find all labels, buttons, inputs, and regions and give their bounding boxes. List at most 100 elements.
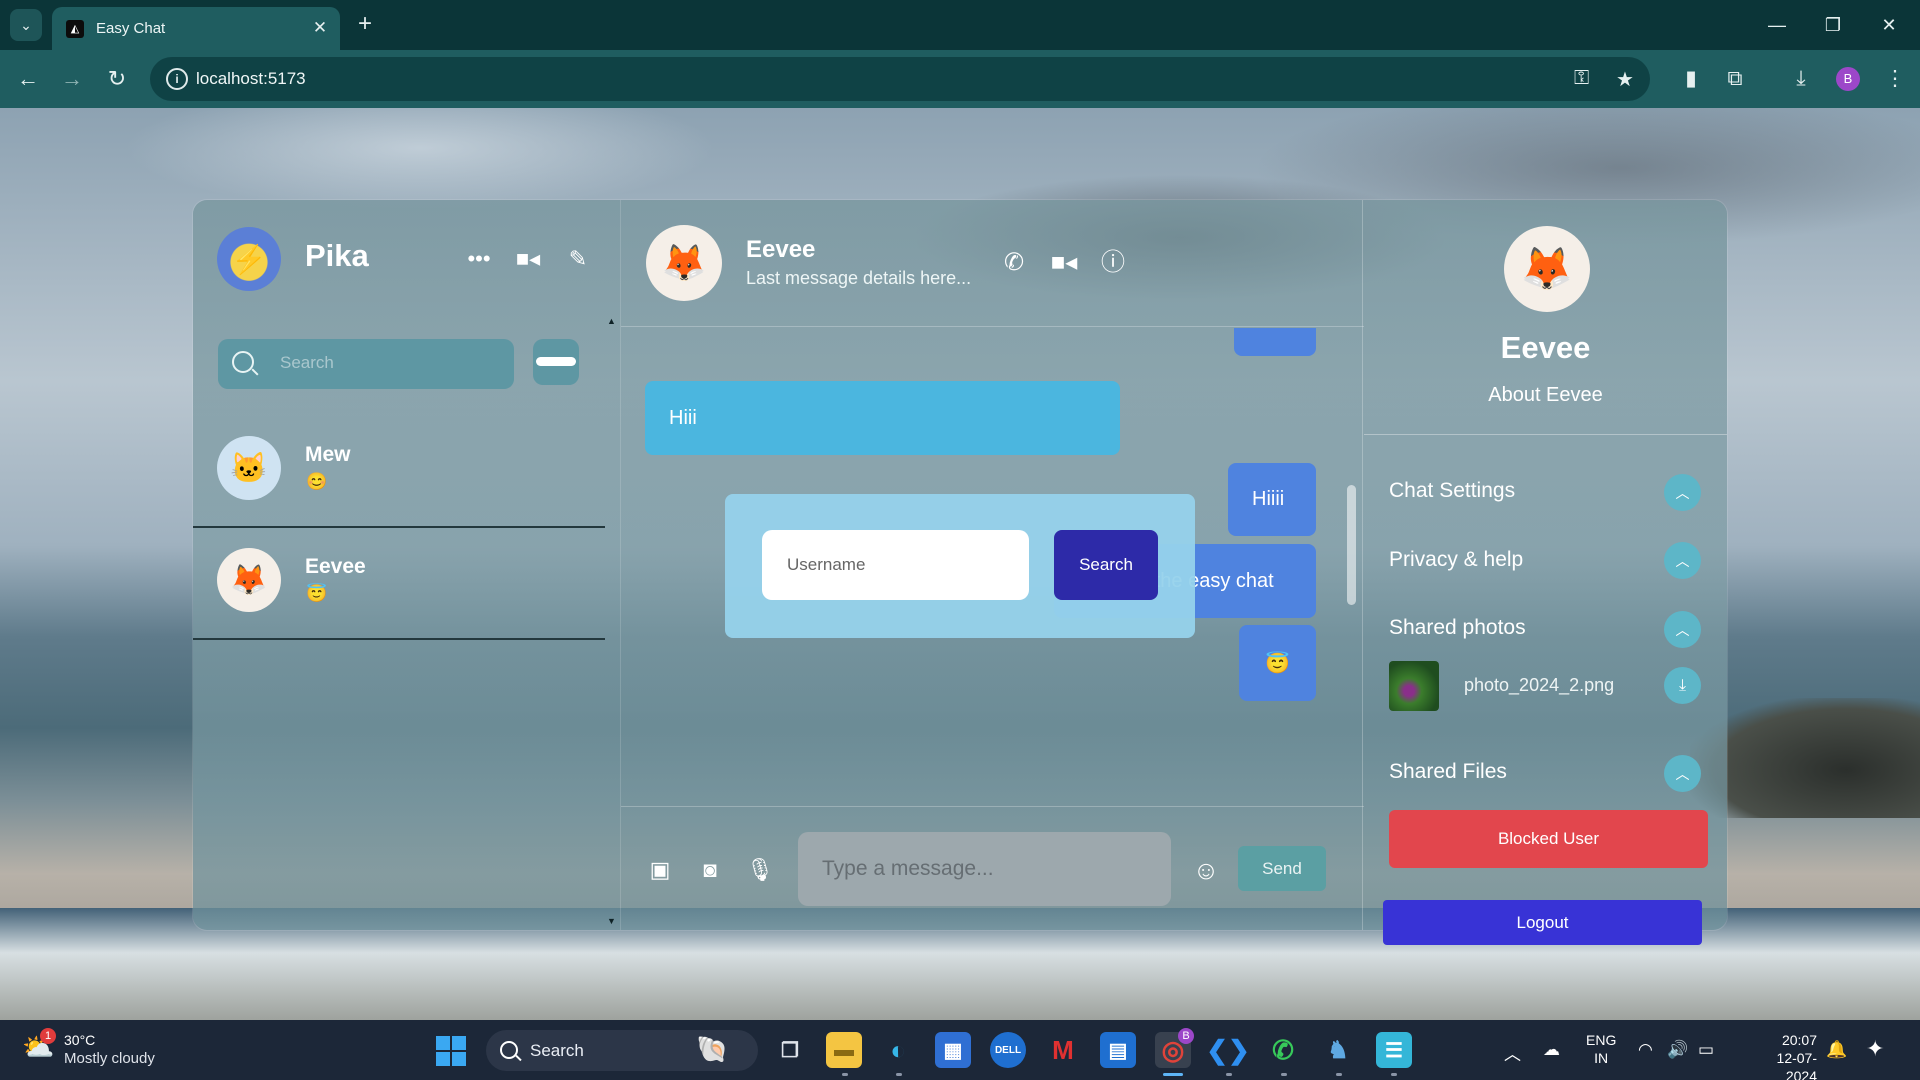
restore-button[interactable]: ❐ [1818, 10, 1848, 40]
region-code: IN [1594, 1050, 1609, 1066]
clock[interactable]: 20:07 12-07-2024 [1757, 1031, 1817, 1080]
chevron-up-icon[interactable]: ︿ [1664, 542, 1701, 579]
contact-item-eevee[interactable]: 🦊 Eevee 😇 [193, 528, 605, 640]
close-window-button[interactable]: ✕ [1874, 10, 1904, 40]
edge-icon[interactable]: ◐ [880, 1032, 916, 1068]
dell-icon[interactable]: DELL [990, 1032, 1026, 1068]
emoji-icon[interactable]: ☺ [1191, 855, 1221, 885]
wifi-icon[interactable]: ◠ [1638, 1040, 1653, 1060]
chat-contact-name: Eevee [746, 236, 816, 263]
contact-search[interactable] [218, 339, 514, 389]
message-input[interactable] [798, 832, 1171, 906]
section-privacy-help[interactable]: Privacy & help [1389, 548, 1523, 572]
video-call-icon[interactable]: ■◂ [1049, 248, 1079, 278]
tab-search-button[interactable]: ⌄ [10, 9, 42, 41]
site-info-icon[interactable]: i [166, 68, 188, 90]
username-input[interactable] [762, 530, 1029, 600]
search-user-button[interactable]: Search [1054, 530, 1158, 600]
new-tab-button[interactable]: + [352, 12, 378, 38]
browser-toolbar: ← → ↻ i localhost:5173 ⚿ ★ ▮ ⧉ ⤓ ⋮ [0, 50, 1920, 108]
chat-header: 🦊 Eevee Last message details here... ✆ ■… [621, 200, 1364, 327]
search-icon [500, 1041, 518, 1059]
postgres-elephant-icon[interactable]: ♞ [1320, 1032, 1356, 1068]
address-bar[interactable]: i localhost:5173 ⚿ ★ [150, 57, 1650, 101]
start-button[interactable] [436, 1036, 466, 1066]
image-icon[interactable]: ▣ [645, 855, 675, 885]
chevron-up-icon[interactable]: ︿ [1664, 611, 1701, 648]
blocked-user-button[interactable]: Blocked User [1389, 810, 1708, 868]
extensions-icon[interactable]: ⧉ [1720, 64, 1750, 94]
file-explorer-icon[interactable]: ▬ [826, 1032, 862, 1068]
edit-icon[interactable]: ✎ [563, 244, 593, 274]
logout-button[interactable]: Logout [1383, 900, 1702, 945]
reading-list-icon[interactable]: ▮ [1676, 64, 1706, 94]
message-composer: ▣ ◙ 🎙 ☺ Send [621, 806, 1364, 930]
send-button[interactable]: Send [1238, 846, 1326, 891]
section-chat-settings[interactable]: Chat Settings [1389, 479, 1515, 503]
reload-button[interactable]: ↻ [102, 64, 132, 94]
contact-name: Mew [305, 443, 351, 466]
chat-avatar[interactable]: 🦊 [646, 225, 722, 301]
browser-tab-bar: ⌄ ◭ Easy Chat ✕ + — ❐ ✕ [0, 0, 1920, 50]
phone-icon[interactable]: ✆ [999, 248, 1029, 278]
tab-easy-chat[interactable]: ◭ Easy Chat ✕ [52, 7, 340, 50]
app-window-icon[interactable]: ▤ [1100, 1032, 1136, 1068]
date: 12-07-2024 [1776, 1050, 1817, 1080]
running-indicator [842, 1073, 848, 1076]
download-icon[interactable]: ⤓ [1664, 667, 1701, 704]
scroll-down-icon[interactable]: ▼ [607, 916, 616, 926]
task-view-icon[interactable]: ❐ [772, 1032, 808, 1068]
download-icon[interactable]: ⤓ [1786, 64, 1816, 94]
notification-bell-icon[interactable]: 🔔 [1826, 1040, 1847, 1060]
vscode-icon[interactable]: ❮❯ [1206, 1032, 1250, 1068]
copilot-icon[interactable]: ✦ [1866, 1036, 1884, 1062]
section-shared-photos[interactable]: Shared photos [1389, 616, 1526, 640]
contact-item-mew[interactable]: 🐱 Mew 😊 [193, 416, 605, 528]
section-shared-files[interactable]: Shared Files [1389, 760, 1507, 784]
detail-panel: 🦊 Eevee About Eevee Chat Settings ︿ Priv… [1364, 200, 1727, 930]
chevron-up-icon[interactable]: ︿ [1664, 755, 1701, 792]
onedrive-cloud-icon[interactable]: ☁ [1543, 1040, 1560, 1060]
info-icon[interactable]: ⓘ [1098, 248, 1128, 278]
contact-last-message: 😊 [306, 472, 328, 491]
search-input[interactable] [280, 353, 500, 373]
contact-name: Eevee [305, 555, 366, 578]
password-key-icon[interactable]: ⚿ [1574, 67, 1589, 90]
taskbar-search[interactable]: Search 🐚 [486, 1030, 758, 1071]
close-tab-icon[interactable]: ✕ [310, 18, 330, 38]
chat-subtitle: Last message details here... [746, 268, 972, 288]
show-hidden-icons[interactable]: ︿ [1504, 1040, 1521, 1065]
video-icon[interactable]: ■◂ [513, 244, 543, 274]
notepad-icon[interactable]: ☰ [1376, 1032, 1412, 1068]
camera-icon[interactable]: ◙ [695, 855, 725, 885]
mic-icon[interactable]: 🎙 [745, 855, 775, 885]
menu-kebab-icon[interactable]: ⋮ [1880, 64, 1910, 94]
back-button[interactable]: ← [13, 64, 43, 94]
battery-icon[interactable]: ▭ [1698, 1040, 1714, 1060]
detail-name: Eevee [1500, 330, 1591, 365]
weather-description[interactable]: Mostly cloudy [64, 1050, 155, 1067]
store-icon[interactable]: ▦ [935, 1032, 971, 1068]
language-indicator[interactable]: ENG IN [1586, 1031, 1616, 1067]
forward-button[interactable]: → [57, 64, 87, 94]
volume-icon[interactable]: 🔊 [1667, 1040, 1688, 1060]
running-indicator [1336, 1073, 1342, 1076]
scroll-up-icon[interactable]: ▲ [607, 316, 616, 326]
contact-last-message: 😇 [306, 584, 328, 603]
bookmark-star-icon[interactable]: ★ [1616, 67, 1634, 92]
whatsapp-icon[interactable]: ✆ [1265, 1032, 1301, 1068]
minimize-button[interactable]: — [1762, 10, 1792, 40]
chat-scrollbar[interactable] [1347, 485, 1356, 605]
more-options-icon[interactable]: ••• [464, 244, 494, 274]
profile-avatar[interactable]: B [1836, 67, 1860, 91]
my-avatar[interactable]: ⚡ [217, 227, 281, 291]
message-bubble-partial [1234, 328, 1316, 356]
message-bubble: Hiiii [1228, 463, 1316, 536]
photo-thumbnail[interactable] [1389, 661, 1439, 711]
taskbar-search-label: Search [530, 1041, 584, 1060]
add-user-toggle-button[interactable] [533, 339, 579, 385]
active-indicator [1163, 1073, 1183, 1076]
mcafee-icon[interactable]: M [1045, 1032, 1081, 1068]
weather-temperature[interactable]: 30°C [64, 1032, 95, 1048]
chevron-up-icon[interactable]: ︿ [1664, 474, 1701, 511]
